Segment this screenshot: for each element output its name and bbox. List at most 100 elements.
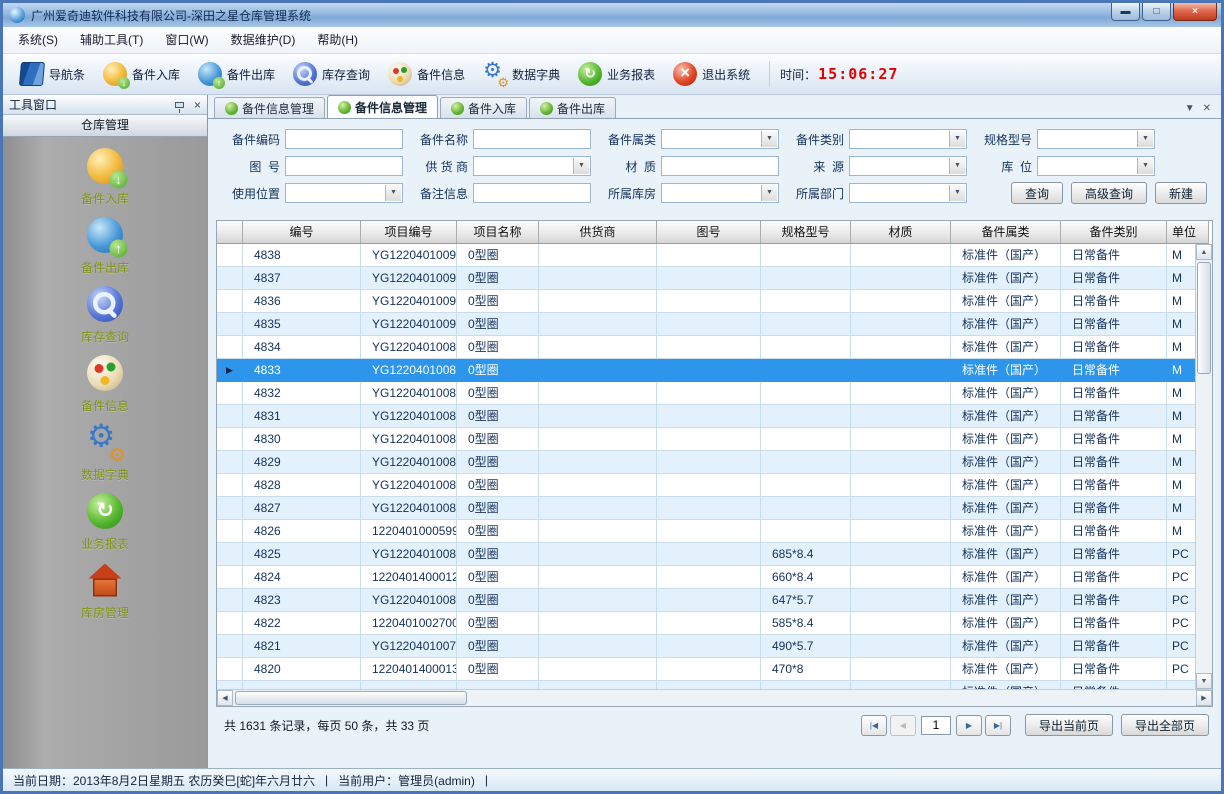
field-input[interactable] [285, 183, 403, 203]
column-header[interactable]: 材质 [851, 221, 951, 244]
parts-in-button[interactable]: 备件入库 [94, 57, 189, 91]
pin-icon[interactable] [175, 102, 184, 108]
field-input[interactable] [849, 156, 967, 176]
close-tab-icon[interactable]: ✕ [1203, 103, 1211, 114]
query-button[interactable]: 查询 [1011, 182, 1063, 204]
column-header[interactable]: 项目编号 [361, 221, 457, 244]
scroll-up-icon[interactable]: ▲ [1196, 244, 1212, 260]
tab-parts-in[interactable]: 备件入库 [440, 97, 527, 118]
first-page-button[interactable]: |◀ [861, 715, 887, 736]
scroll-down-icon[interactable]: ▼ [1196, 673, 1212, 689]
menu-item[interactable]: 辅助工具(T) [69, 27, 154, 53]
vertical-scrollbar[interactable]: ▲ ▼ [1195, 244, 1212, 689]
field-input[interactable] [661, 129, 779, 149]
scroll-left-icon[interactable]: ◀ [217, 690, 233, 706]
advanced-query-button[interactable]: 高级查询 [1071, 182, 1147, 204]
column-header[interactable]: 规格型号 [761, 221, 851, 244]
field-input[interactable] [285, 156, 403, 176]
page-navigation: |◀ ◀ ▶ ▶| [861, 715, 1011, 736]
sidebar-item-parts-in[interactable]: 备件入库 [3, 145, 207, 207]
parts-out-button[interactable]: 备件出库 [189, 57, 284, 91]
table-row[interactable]: 482212204010027000型圈585*8.4标准件（国产）日常备件PC [217, 612, 1209, 635]
column-header[interactable]: 单位 [1167, 221, 1209, 244]
parts-info-button[interactable]: 备件信息 [379, 57, 474, 91]
sidebar-item-parts-out[interactable]: 备件出库 [3, 214, 207, 276]
field-input[interactable] [473, 156, 591, 176]
sidebar-section-header[interactable]: 仓库管理 [3, 115, 207, 137]
inventory-query-button[interactable]: 库存查询 [284, 57, 379, 91]
table-row[interactable]: 482412204014000120型圈660*8.4标准件（国产）日常备件PC [217, 566, 1209, 589]
menu-item[interactable]: 数据维护(D) [220, 27, 307, 53]
menu-item[interactable]: 帮助(H) [306, 27, 369, 53]
horizontal-scrollbar[interactable]: ◀ ▶ [217, 689, 1212, 706]
tab-parts-out[interactable]: 备件出库 [529, 97, 616, 118]
menu-item[interactable]: 窗口(W) [154, 27, 219, 53]
sidebar-item-business-report[interactable]: 业务报表 [3, 490, 207, 552]
navbar-button[interactable]: 导航条 [11, 57, 94, 91]
maximize-button[interactable]: □ [1142, 3, 1171, 21]
table-row[interactable]: 4828YG122040100830型圈标准件（国产）日常备件M [217, 474, 1209, 497]
table-row[interactable]: 4837YG122040100920型圈标准件（国产）日常备件M [217, 267, 1209, 290]
column-header[interactable]: 供货商 [539, 221, 657, 244]
field-input[interactable] [1037, 156, 1155, 176]
table-row[interactable]: 4823YG122040100800型圈647*5.7标准件（国产）日常备件PC [217, 589, 1209, 612]
table-row[interactable]: 4829YG122040100840型圈标准件（国产）日常备件M [217, 451, 1209, 474]
close-sidebar-icon[interactable]: × [194, 99, 201, 111]
table-row[interactable]: 4821YG122040100790型圈490*5.7标准件（国产）日常备件PC [217, 635, 1209, 658]
export-current-page-button[interactable]: 导出当前页 [1025, 714, 1113, 736]
sidebar-items: 备件入库 备件出库 库存查询 备件信息 [3, 137, 207, 768]
minimize-button[interactable]: ▬ [1111, 3, 1140, 21]
table-row[interactable]: 4835YG122040100900型圈标准件（国产）日常备件M [217, 313, 1209, 336]
sidebar-item-label: 库房管理 [81, 604, 129, 621]
table-row[interactable]: 4836YG122040100910型圈标准件（国产）日常备件M [217, 290, 1209, 313]
menu-item[interactable]: 系统(S) [7, 27, 69, 53]
field-input[interactable] [473, 183, 591, 203]
field-input[interactable] [849, 183, 967, 203]
next-page-button[interactable]: ▶ [956, 715, 982, 736]
table-row[interactable]: ▶4833YG122040100880型圈标准件（国产）日常备件M [217, 359, 1209, 382]
close-button[interactable]: × [1173, 3, 1217, 21]
field-input[interactable] [285, 129, 403, 149]
new-button[interactable]: 新建 [1155, 182, 1207, 204]
field-input[interactable] [849, 129, 967, 149]
sidebar-item-data-dictionary[interactable]: 数据字典 [3, 421, 207, 483]
column-header[interactable]: 编号 [243, 221, 361, 244]
tab-parts-info-management-2[interactable]: 备件信息管理 [327, 95, 438, 118]
sidebar-item-inventory-query[interactable]: 库存查询 [3, 283, 207, 345]
field-label: 规格型号 [974, 131, 1032, 148]
tab-parts-info-management-1[interactable]: 备件信息管理 [214, 97, 325, 118]
last-page-button[interactable]: ▶| [985, 715, 1011, 736]
vertical-scroll-thumb[interactable] [1197, 262, 1211, 374]
prev-page-button[interactable]: ◀ [890, 715, 916, 736]
table-row[interactable]: 标准件（国产）日常备件 [217, 681, 1209, 689]
page-number-input[interactable] [921, 716, 951, 735]
table-row[interactable]: 4832YG122040100870型圈标准件（国产）日常备件M [217, 382, 1209, 405]
search-field: 来 源 [786, 156, 974, 176]
column-header[interactable]: 备件类别 [1061, 221, 1167, 244]
field-input[interactable] [473, 129, 591, 149]
business-report-button[interactable]: 业务报表 [569, 57, 664, 91]
table-cell: 685*8.4 [761, 543, 851, 566]
horizontal-scroll-thumb[interactable] [235, 691, 467, 705]
field-input[interactable] [661, 183, 779, 203]
column-header[interactable]: 项目名称 [457, 221, 539, 244]
table-row[interactable]: 4830YG122040100850型圈标准件（国产）日常备件M [217, 428, 1209, 451]
field-input[interactable] [661, 156, 779, 176]
tab-list-dropdown-icon[interactable]: ▼ [1185, 103, 1195, 114]
sidebar-item-parts-info[interactable]: 备件信息 [3, 352, 207, 414]
table-row[interactable]: 482612204010005990型圈标准件（国产）日常备件M [217, 520, 1209, 543]
scroll-right-icon[interactable]: ▶ [1196, 690, 1212, 706]
table-row[interactable]: 4827YG122040100820型圈标准件（国产）日常备件M [217, 497, 1209, 520]
sidebar-item-warehouse[interactable]: 库房管理 [3, 559, 207, 621]
field-input[interactable] [1037, 129, 1155, 149]
column-header[interactable]: 图号 [657, 221, 761, 244]
table-row[interactable]: 4831YG122040100860型圈标准件（国产）日常备件M [217, 405, 1209, 428]
exit-system-button[interactable]: 退出系统 [664, 57, 759, 91]
table-row[interactable]: 482012204014000130型圈470*8标准件（国产）日常备件PC [217, 658, 1209, 681]
data-dictionary-button[interactable]: 数据字典 [474, 57, 569, 91]
table-row[interactable]: 4825YG122040100810型圈685*8.4标准件（国产）日常备件PC [217, 543, 1209, 566]
table-row[interactable]: 4838YG122040100930型圈标准件（国产）日常备件M [217, 244, 1209, 267]
column-header[interactable]: 备件属类 [951, 221, 1061, 244]
export-all-pages-button[interactable]: 导出全部页 [1121, 714, 1209, 736]
table-row[interactable]: 4834YG122040100890型圈标准件（国产）日常备件M [217, 336, 1209, 359]
